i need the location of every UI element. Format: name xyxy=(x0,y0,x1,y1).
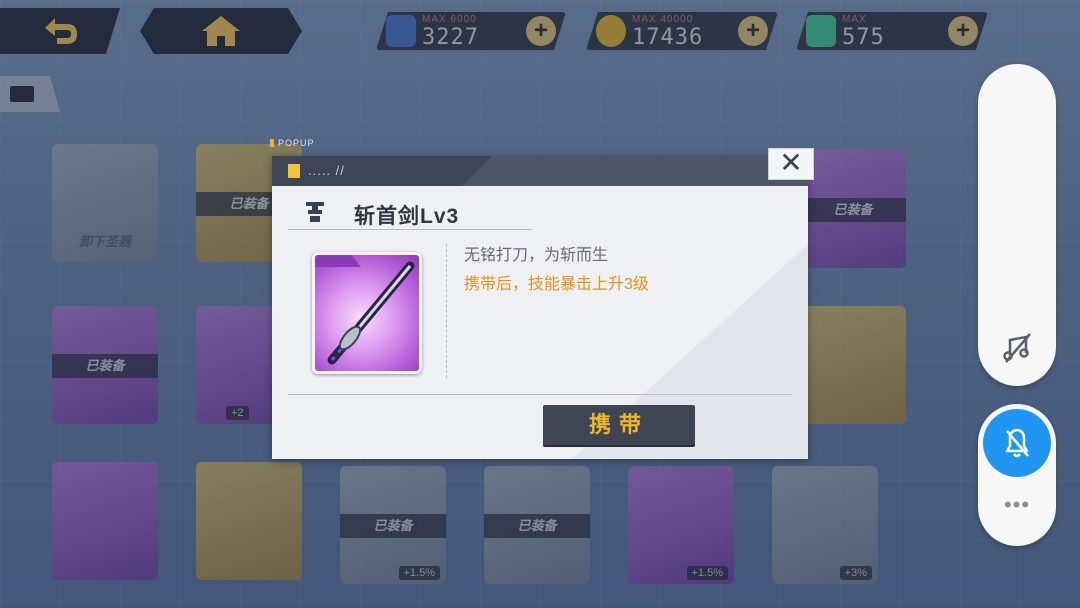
relic-icon xyxy=(306,202,324,222)
close-button[interactable]: ✕ xyxy=(768,148,814,180)
item-title-row: 斩首剑Lv3 xyxy=(288,198,532,230)
equip-button-label: 携带 xyxy=(588,412,649,437)
popup-tag: POPUP xyxy=(270,138,315,148)
header-bookmark-icon xyxy=(288,164,300,178)
item-flavor-text: 无铭打刀，为斩而生 xyxy=(464,247,609,264)
music-off-button[interactable] xyxy=(1000,330,1036,366)
item-effect-text: 携带后，技能暴击上升3级 xyxy=(464,276,649,293)
horizontal-divider xyxy=(288,394,792,395)
popup-header-label: ..... // xyxy=(308,163,345,178)
equip-button[interactable]: 携带 xyxy=(543,405,695,445)
item-title: 斩首剑Lv3 xyxy=(354,205,460,228)
popup-header-bar xyxy=(272,156,808,186)
more-icon: ••• xyxy=(1003,492,1031,517)
item-image-card xyxy=(312,252,422,374)
katana-icon xyxy=(327,261,415,365)
close-icon: ✕ xyxy=(779,147,803,178)
mute-notifications-button[interactable] xyxy=(983,409,1051,477)
music-off-icon xyxy=(1003,333,1031,363)
more-options-button[interactable]: ••• xyxy=(1000,494,1034,518)
bell-off-icon xyxy=(1005,428,1029,458)
vertical-divider xyxy=(446,244,447,378)
